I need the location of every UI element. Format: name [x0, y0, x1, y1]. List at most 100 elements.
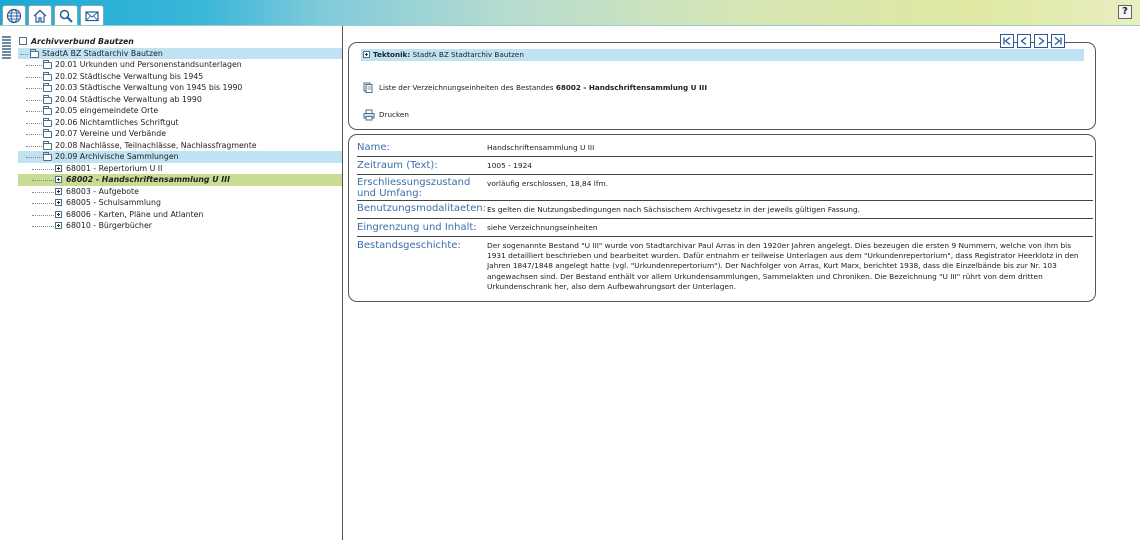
- list-link-collection: 68002 - Handschriftensammlung U III: [555, 83, 708, 92]
- tree-item-collection[interactable]: 68005 - Schulsammlung: [18, 197, 342, 209]
- expand-plus-icon[interactable]: [55, 187, 62, 195]
- previous-record-button[interactable]: [1017, 34, 1031, 48]
- tree-item-label: 68003 - Aufgebote: [66, 186, 139, 196]
- tab-globe[interactable]: [2, 5, 26, 25]
- detail-key: Erschliessungszustand und Umfang:: [357, 177, 471, 199]
- tree-root[interactable]: Archivverbund Bautzen: [18, 36, 342, 48]
- pane-splitter-handle[interactable]: [2, 36, 12, 60]
- tree-item-group[interactable]: 20.08 Nachlässe, Teilnachlässe, Nachlass…: [18, 140, 342, 152]
- tree-item-collection[interactable]: 68006 - Karten, Pläne und Atlanten: [18, 209, 342, 221]
- tree-item-label: 68005 - Schulsammlung: [66, 198, 161, 207]
- last-record-button[interactable]: [1051, 34, 1065, 48]
- tree-item-label: 20.07 Vereine und Verbände: [55, 129, 166, 138]
- next-icon: [1038, 36, 1045, 46]
- folder-icon: [43, 117, 52, 127]
- tektonik-value[interactable]: StadtA BZ Stadtarchiv Bautzen: [413, 50, 524, 59]
- record-navigation: [1000, 34, 1065, 48]
- tree-item-label: 68006 - Karten, Pläne und Atlanten: [66, 209, 204, 219]
- mail-icon: [85, 10, 99, 21]
- last-icon: [1054, 36, 1062, 46]
- detail-pane: Tektonik: StadtA BZ Stadtarchiv Bautzen …: [344, 26, 1140, 540]
- next-record-button[interactable]: [1034, 34, 1048, 48]
- detail-value: Der sogenannte Bestand "U III" wurde von…: [487, 241, 1079, 291]
- detail-value: siehe Verzeichnungseinheiten: [487, 223, 598, 232]
- tree-item-archive[interactable]: StadtA BZ Stadtarchiv Bautzen: [18, 47, 342, 59]
- detail-key: Zeitraum (Text):: [357, 160, 438, 171]
- detail-value: Es gelten die Nutzungsbedingungen nach S…: [487, 205, 860, 214]
- tree-item-group[interactable]: 20.02 Städtische Verwaltung bis 1945: [18, 71, 342, 83]
- help-button[interactable]: ?: [1118, 5, 1132, 19]
- open-folder-icon: [30, 48, 39, 58]
- top-toolbar: ?: [0, 0, 1140, 26]
- tree-item-label: 68002 - Handschriftensammlung U III: [66, 175, 230, 184]
- detail-key: Name:: [357, 142, 390, 153]
- folder-icon: [43, 94, 52, 104]
- tree-item-label: 20.04 Städtische Verwaltung ab 1990: [55, 94, 202, 104]
- detail-key: Bestandsgeschichte:: [357, 240, 461, 251]
- list-link-prefix: Liste der Verzeichnungseinheiten des Bes…: [379, 83, 554, 92]
- detail-row-benutzung: Benutzungsmodalitaeten: Es gelten die Nu…: [357, 201, 1093, 219]
- tree-item-label: StadtA BZ Stadtarchiv Bautzen: [42, 48, 163, 58]
- expand-plus-icon[interactable]: [363, 51, 370, 58]
- tree-item-group[interactable]: 20.06 Nichtamtliches Schriftgut: [18, 117, 342, 129]
- tree-item-collection[interactable]: 68010 - Bürgerbücher: [18, 220, 342, 232]
- detail-value: 1005 - 1924: [487, 161, 532, 170]
- folder-icon: [43, 129, 52, 138]
- printer-icon: [363, 109, 375, 121]
- expand-plus-icon[interactable]: [55, 176, 62, 183]
- tree-item-collection-active[interactable]: 68002 - Handschriftensammlung U III: [18, 174, 342, 186]
- tab-mail[interactable]: [80, 5, 104, 25]
- detail-key: Eingrenzung und Inhalt:: [357, 222, 477, 233]
- tree-pane: Archivverbund Bautzen StadtA BZ Stadtarc…: [0, 26, 343, 540]
- detail-key: Benutzungsmodalitaeten:: [357, 203, 486, 214]
- tree-item-group[interactable]: 20.03 Städtische Verwaltung von 1945 bis…: [18, 82, 342, 94]
- tektonik-bar[interactable]: Tektonik: StadtA BZ Stadtarchiv Bautzen: [361, 49, 1084, 61]
- tab-home[interactable]: [28, 5, 52, 25]
- tree-item-group-selected[interactable]: 20.09 Archivische Sammlungen: [18, 151, 342, 163]
- globe-icon: [6, 8, 22, 23]
- archive-tree: Archivverbund Bautzen StadtA BZ Stadtarc…: [18, 36, 342, 232]
- tree-item-collection[interactable]: 68003 - Aufgebote: [18, 186, 342, 198]
- tree-item-group[interactable]: 20.05 eingemeindete Orte: [18, 105, 342, 117]
- expand-plus-icon[interactable]: [55, 222, 62, 229]
- detail-row-zeitraum: Zeitraum (Text): 1005 - 1924: [357, 157, 1093, 175]
- toolbar-tabs: [2, 5, 104, 25]
- folder-icon: [43, 60, 52, 69]
- first-icon: [1003, 36, 1011, 46]
- expand-plus-icon[interactable]: [55, 199, 62, 206]
- detail-row-erschliessung: Erschliessungszustand und Umfang: vorläu…: [357, 175, 1093, 201]
- search-icon: [59, 9, 73, 23]
- tree-item-label: 20.09 Archivische Sammlungen: [55, 152, 179, 161]
- expand-plus-icon[interactable]: [55, 164, 62, 172]
- details-box: Name: Handschriftensammlung U III Zeitra…: [348, 134, 1096, 302]
- folder-icon: [43, 71, 52, 81]
- tree-item-group[interactable]: 20.01 Urkunden und Personenstandsunterla…: [18, 59, 342, 71]
- home-icon: [33, 9, 47, 23]
- tree-item-label: 20.06 Nichtamtliches Schriftgut: [55, 117, 179, 127]
- header-box: Tektonik: StadtA BZ Stadtarchiv Bautzen …: [348, 42, 1096, 130]
- tab-search[interactable]: [54, 5, 78, 25]
- tektonik-label: Tektonik:: [373, 50, 411, 59]
- tree-item-label: 20.03 Städtische Verwaltung von 1945 bis…: [55, 83, 243, 92]
- folder-icon: [43, 106, 52, 115]
- list-link-text: Liste der Verzeichnungseinheiten des Bes…: [379, 82, 707, 94]
- detail-row-name: Name: Handschriftensammlung U III: [357, 139, 1093, 157]
- tree-item-label: 20.02 Städtische Verwaltung bis 1945: [55, 71, 204, 81]
- detail-row-eingrenzung: Eingrenzung und Inhalt: siehe Verzeichnu…: [357, 219, 1093, 237]
- detail-row-bestandsgeschichte: Bestandsgeschichte: Der sogenannte Besta…: [357, 237, 1093, 301]
- previous-icon: [1020, 36, 1027, 46]
- tree-item-label: 20.01 Urkunden und Personenstandsunterla…: [55, 60, 242, 69]
- tree-item-label: 68001 - Repertorium U II: [66, 163, 163, 173]
- document-list-icon: [363, 82, 373, 93]
- tree-item-collection[interactable]: 68001 - Repertorium U II: [18, 163, 342, 175]
- tree-item-group[interactable]: 20.07 Vereine und Verbände: [18, 128, 342, 140]
- tree-item-label: 20.08 Nachlässe, Teilnachlässe, Nachlass…: [55, 140, 257, 150]
- detail-value: Handschriftensammlung U III: [487, 143, 595, 152]
- tree-root-label: Archivverbund Bautzen: [31, 37, 134, 46]
- open-folder-icon: [43, 152, 52, 161]
- first-record-button[interactable]: [1000, 34, 1014, 48]
- collapse-box-icon: [19, 37, 27, 45]
- expand-plus-icon[interactable]: [55, 210, 62, 218]
- tree-item-label: 20.05 eingemeindete Orte: [55, 106, 159, 115]
- tree-item-group[interactable]: 20.04 Städtische Verwaltung ab 1990: [18, 94, 342, 106]
